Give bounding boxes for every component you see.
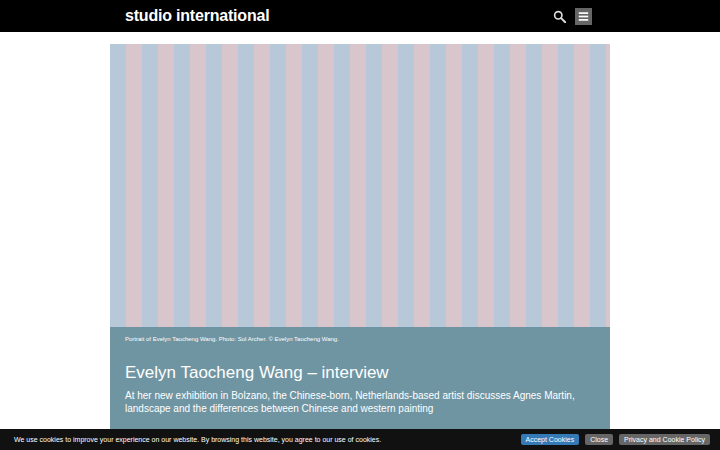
article-header: Portrait of Evelyn Taocheng Wang. Photo:…	[110, 327, 610, 445]
article-title: Evelyn Taocheng Wang – interview	[125, 363, 595, 383]
cookie-bar: We use cookies to improve your experienc…	[0, 429, 720, 450]
cookie-message: We use cookies to improve your experienc…	[14, 436, 381, 443]
menu-icon[interactable]	[575, 8, 592, 25]
cookie-button[interactable]: Close	[585, 434, 613, 445]
site-header: studio international	[0, 0, 720, 32]
article-standfirst: At her new exhibition in Bolzano, the Ch…	[125, 389, 595, 415]
article: Portrait of Evelyn Taocheng Wang. Photo:…	[110, 44, 610, 445]
portrait-photo	[110, 44, 610, 327]
cookie-button[interactable]: Accept Cookies	[521, 434, 580, 445]
search-icon[interactable]	[553, 10, 566, 23]
cookie-button[interactable]: Privacy and Cookie Policy	[619, 434, 710, 445]
site-logo[interactable]: studio international	[125, 7, 269, 25]
photo-caption: Portrait of Evelyn Taocheng Wang. Photo:…	[125, 335, 595, 343]
